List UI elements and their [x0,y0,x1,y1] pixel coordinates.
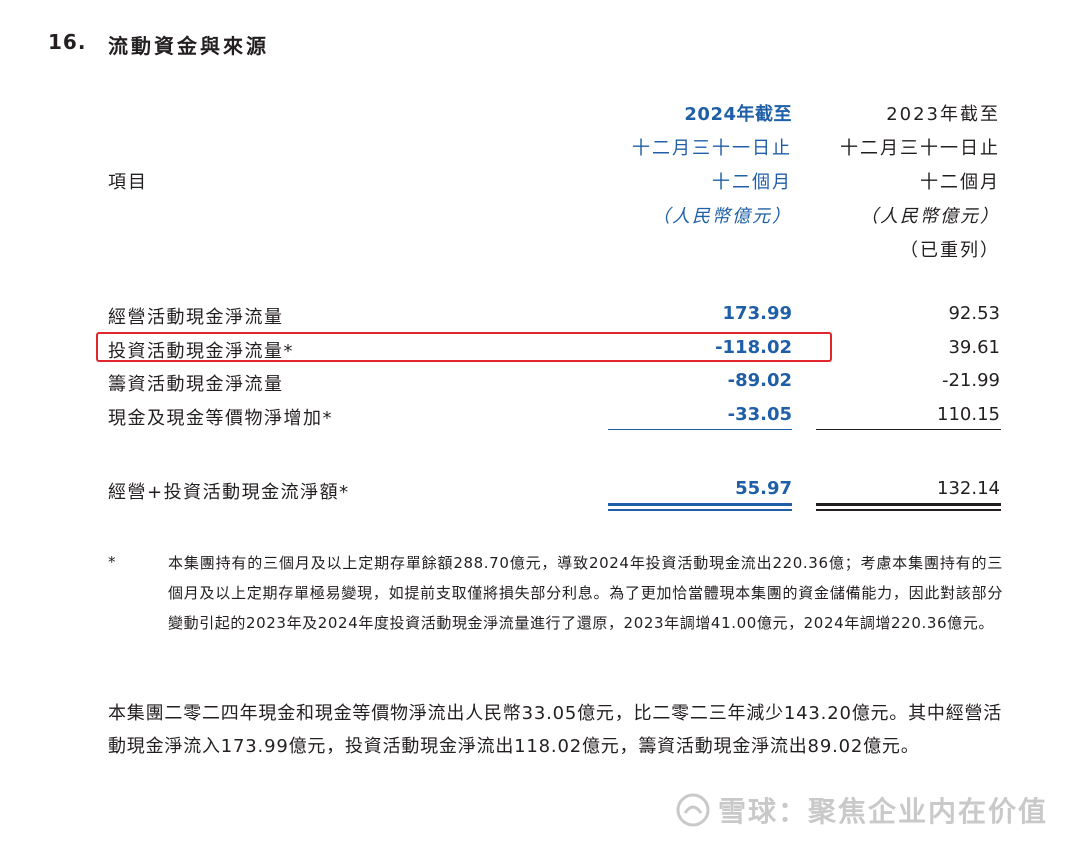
header-2023-line2: 十二月三十一日止 [840,138,1000,159]
row-net-increase-label: 現金及現金等價物淨增加* [108,408,333,429]
header-2024-line2: 十二月三十一日止 [632,138,792,159]
row-operating-label: 經營活動現金淨流量 [108,307,284,328]
row-investing-2023: 39.61 [948,337,1000,358]
summary-paragraph: 本集團二零二四年現金和現金等價物淨流出人民幣33.05億元，比二零二三年減少14… [108,703,1003,757]
snowball-logo-icon [676,793,710,827]
watermark-text: 雪球：聚焦企业内在价值 [717,795,1048,828]
row-net-increase-2024: -33.05 [727,404,792,425]
row-financing-label: 籌資活動現金淨流量 [108,374,284,395]
total-2024: 55.97 [735,478,792,499]
subtotal-rule-2024 [608,429,792,430]
total-label: 經營+投資活動現金流淨額* [108,482,350,503]
header-2023-line5: （已重列） [900,240,1000,261]
total-rule-2024-top [608,503,792,506]
total-rule-2023-bottom [816,509,1001,511]
header-2023-line1: 2023年截至 [886,104,1000,125]
row-financing-2023: -21.99 [941,370,1000,391]
row-financing-2024: -89.02 [727,370,792,391]
total-rule-2023-top [816,503,1001,506]
header-2024-line4: （人民幣億元） [652,206,792,227]
header-2023-line4: （人民幣億元） [860,206,1000,227]
header-2023-line3: 十二個月 [920,172,1000,193]
total-2023: 132.14 [937,478,1000,499]
row-operating-2024: 173.99 [722,303,792,324]
item-column-label: 項目 [108,172,148,193]
row-net-increase-2023: 110.15 [937,404,1000,425]
total-rule-2024-bottom [608,509,792,511]
section-title: 流動資金與來源 [108,34,269,58]
header-2024-line3: 十二個月 [712,172,792,193]
row-operating-2023: 92.53 [948,303,1000,324]
highlight-box [96,332,832,362]
watermark: 雪球：聚焦企业内在价值 [676,790,1048,830]
footnote-text: 本集團持有的三個月及以上定期存單餘額288.70億元，導致2024年投資活動現金… [168,554,1003,632]
footnote-marker: * [108,553,116,571]
header-2024-line1: 2024年截至 [684,104,792,125]
subtotal-rule-2023 [816,429,1001,430]
section-number: 16. [48,30,87,54]
